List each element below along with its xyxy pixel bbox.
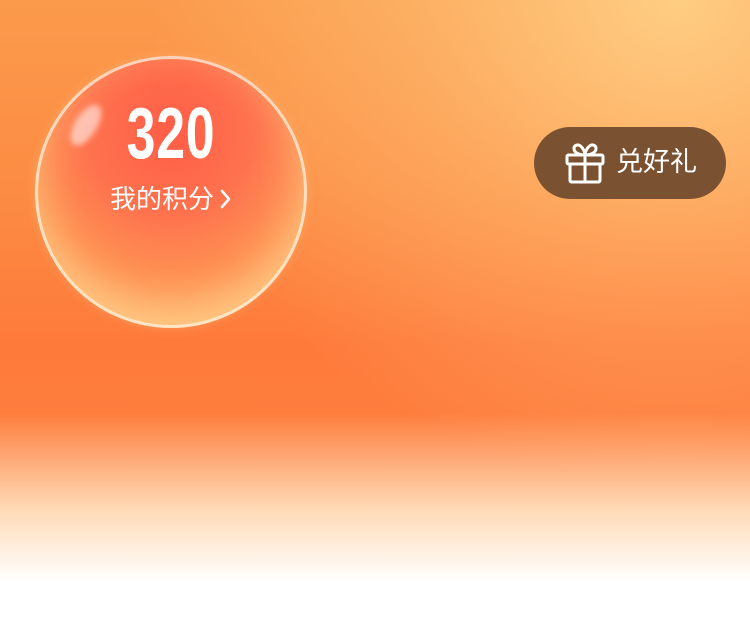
redeem-label: 兑好礼	[616, 147, 697, 178]
chevron-right-icon	[220, 183, 232, 219]
points-value: 320	[126, 94, 216, 174]
points-bubble[interactable]: 320 我的积分	[35, 56, 307, 328]
points-link[interactable]: 我的积分	[35, 182, 307, 219]
redeem-gifts-button[interactable]: 兑好礼	[534, 127, 726, 199]
points-label: 我的积分	[109, 185, 214, 215]
gift-icon	[562, 140, 608, 186]
